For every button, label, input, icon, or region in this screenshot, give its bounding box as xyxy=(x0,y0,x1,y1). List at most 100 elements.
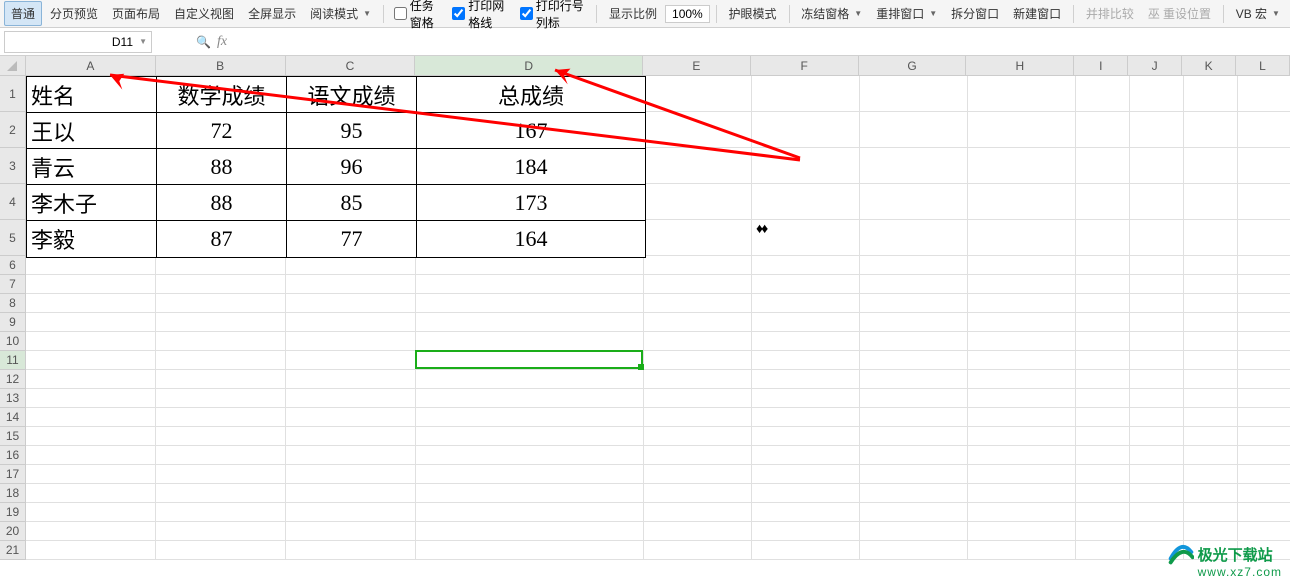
cell[interactable] xyxy=(1184,484,1238,503)
cell[interactable] xyxy=(26,370,156,389)
cell[interactable] xyxy=(860,184,968,220)
row-header-5[interactable]: 5 xyxy=(0,220,26,256)
cell[interactable] xyxy=(752,148,860,184)
cell[interactable] xyxy=(1076,76,1130,112)
cell[interactable] xyxy=(968,370,1076,389)
cell[interactable] xyxy=(860,484,968,503)
cell[interactable] xyxy=(416,275,644,294)
cell[interactable] xyxy=(752,427,860,446)
cell[interactable] xyxy=(1130,389,1184,408)
cell[interactable] xyxy=(26,503,156,522)
cell[interactable] xyxy=(1130,184,1184,220)
cell[interactable] xyxy=(968,522,1076,541)
cell[interactable] xyxy=(1184,294,1238,313)
cell[interactable] xyxy=(1184,275,1238,294)
cell[interactable] xyxy=(1184,184,1238,220)
cell[interactable] xyxy=(156,351,286,370)
cell[interactable] xyxy=(968,148,1076,184)
formula-input[interactable] xyxy=(233,31,1133,53)
cell[interactable] xyxy=(1076,541,1130,560)
cell[interactable] xyxy=(644,148,752,184)
freeze-panes[interactable]: 冻结窗格▼ xyxy=(795,2,868,25)
table-header[interactable]: 数学成绩 xyxy=(157,77,287,113)
row-header-1[interactable]: 1 xyxy=(0,76,26,112)
cell[interactable] xyxy=(644,541,752,560)
cell[interactable] xyxy=(860,503,968,522)
cell[interactable] xyxy=(286,541,416,560)
cell[interactable] xyxy=(644,294,752,313)
cell[interactable] xyxy=(156,465,286,484)
row-header-13[interactable]: 13 xyxy=(0,389,26,408)
cell[interactable] xyxy=(644,112,752,148)
cell[interactable] xyxy=(1184,148,1238,184)
cell[interactable] xyxy=(860,256,968,275)
table-cell[interactable]: 184 xyxy=(417,149,645,185)
cell[interactable] xyxy=(1184,220,1238,256)
cell[interactable] xyxy=(860,294,968,313)
cell[interactable] xyxy=(860,220,968,256)
cell[interactable] xyxy=(26,389,156,408)
cell[interactable] xyxy=(1076,256,1130,275)
cell[interactable] xyxy=(1130,408,1184,427)
cell[interactable] xyxy=(1076,427,1130,446)
table-cell[interactable]: 164 xyxy=(417,221,645,257)
cell[interactable] xyxy=(26,541,156,560)
cell[interactable] xyxy=(1130,351,1184,370)
cell[interactable] xyxy=(752,294,860,313)
cell[interactable] xyxy=(156,332,286,351)
zoom-label[interactable]: 显示比例 xyxy=(603,2,663,25)
cell[interactable] xyxy=(752,408,860,427)
cell[interactable] xyxy=(752,220,860,256)
cell[interactable] xyxy=(1184,503,1238,522)
table-cell[interactable]: 72 xyxy=(157,113,287,149)
cell[interactable] xyxy=(1076,294,1130,313)
cell[interactable] xyxy=(1238,427,1290,446)
col-header-L[interactable]: L xyxy=(1236,56,1290,76)
table-cell[interactable]: 88 xyxy=(157,185,287,221)
cell[interactable] xyxy=(752,389,860,408)
cell[interactable] xyxy=(968,220,1076,256)
cell[interactable] xyxy=(1184,408,1238,427)
cell[interactable] xyxy=(26,275,156,294)
cell[interactable] xyxy=(1238,503,1290,522)
cell[interactable] xyxy=(752,184,860,220)
cell[interactable] xyxy=(1076,313,1130,332)
cell[interactable] xyxy=(156,256,286,275)
cell[interactable] xyxy=(968,351,1076,370)
cell[interactable] xyxy=(26,313,156,332)
cell[interactable] xyxy=(26,522,156,541)
cell[interactable] xyxy=(752,256,860,275)
cell[interactable] xyxy=(860,351,968,370)
table-cell[interactable]: 87 xyxy=(157,221,287,257)
cell[interactable] xyxy=(752,522,860,541)
cell[interactable] xyxy=(1238,294,1290,313)
cell[interactable] xyxy=(1130,148,1184,184)
cell[interactable] xyxy=(286,294,416,313)
cell[interactable] xyxy=(1238,184,1290,220)
cell[interactable] xyxy=(860,313,968,332)
cell[interactable] xyxy=(860,148,968,184)
cell[interactable] xyxy=(1238,76,1290,112)
cell[interactable] xyxy=(860,446,968,465)
cell[interactable] xyxy=(1076,465,1130,484)
col-header-E[interactable]: E xyxy=(643,56,751,76)
cell[interactable] xyxy=(1076,370,1130,389)
view-fullscreen[interactable]: 全屏显示 xyxy=(242,2,302,25)
col-header-D[interactable]: D xyxy=(415,56,643,76)
cell[interactable] xyxy=(286,389,416,408)
row-header-16[interactable]: 16 xyxy=(0,446,26,465)
eye-protect[interactable]: 护眼模式 xyxy=(722,2,782,25)
cell[interactable] xyxy=(1076,275,1130,294)
cell[interactable] xyxy=(1130,220,1184,256)
cell[interactable] xyxy=(752,446,860,465)
cell[interactable] xyxy=(968,541,1076,560)
table-cell[interactable]: 77 xyxy=(287,221,417,257)
cell[interactable] xyxy=(1076,351,1130,370)
check-headings[interactable]: 打印行号列标 xyxy=(516,0,591,31)
cell[interactable] xyxy=(1076,484,1130,503)
cell[interactable] xyxy=(752,76,860,112)
fx-icon[interactable]: fx xyxy=(217,34,227,50)
row-header-3[interactable]: 3 xyxy=(0,148,26,184)
cell[interactable] xyxy=(1130,332,1184,351)
cell[interactable] xyxy=(156,446,286,465)
